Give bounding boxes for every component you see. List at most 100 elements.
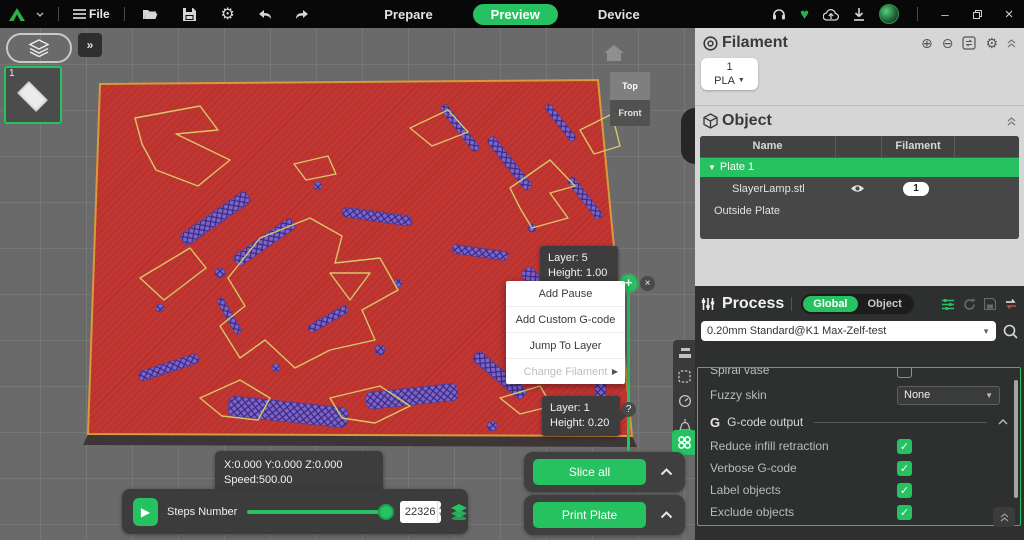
menu-item-change-filament[interactable]: Change Filament ▶ (506, 359, 625, 384)
setting-spiral-vase[interactable]: Spiral vase (698, 367, 1020, 381)
plate-thumbnail[interactable]: 1 (4, 66, 62, 124)
filament-slot-card[interactable]: 1 PLA ▼ (701, 58, 758, 90)
menu-item-add-pause[interactable]: Add Pause (506, 281, 625, 307)
view-cube[interactable]: Top Front (610, 72, 650, 126)
reduce-infill-checkbox[interactable]: ✓ (897, 439, 912, 454)
view-cube-front-face[interactable]: Front (610, 100, 650, 126)
group-gcode-output[interactable]: G G-code output (698, 409, 1020, 435)
download-icon[interactable] (853, 8, 865, 21)
plate-expand-arrow-icon[interactable]: ▼ (708, 163, 716, 172)
file-menu[interactable]: File (73, 7, 110, 21)
redo-icon[interactable] (291, 4, 313, 24)
reduce-infill-label: Reduce infill retraction (710, 439, 829, 453)
setting-exclude-objects[interactable]: Exclude objects ✓ (698, 501, 1020, 523)
table-row-model[interactable]: SlayerLamp.stl 1 (700, 177, 1019, 200)
exclude-objects-checkbox[interactable]: ✓ (897, 505, 912, 520)
setting-fuzzy-skin[interactable]: Fuzzy skin None ▼ (698, 381, 1020, 409)
table-row-plate[interactable]: ▼Plate 1 (700, 158, 1019, 177)
home-view-icon[interactable] (603, 44, 625, 62)
tab-prepare[interactable]: Prepare (370, 4, 446, 25)
steps-slider[interactable] (247, 510, 386, 514)
advanced-mode-icon[interactable] (1004, 298, 1018, 310)
app-logo-icon[interactable] (8, 7, 26, 22)
search-settings-icon[interactable] (1003, 324, 1018, 339)
spinner-arrows[interactable]: ▲▼ (437, 501, 441, 523)
layer-tooltip-bottom-layer: Layer: 1 (550, 401, 612, 416)
window-close-button[interactable]: × (1000, 6, 1018, 23)
object-header: Object (703, 112, 1016, 130)
scroll-to-top-button[interactable] (993, 507, 1015, 527)
spiral-vase-checkbox[interactable] (897, 367, 912, 378)
filament-collapse-icon[interactable] (1007, 39, 1016, 48)
menu-item-add-custom-gcode[interactable]: Add Custom G-code (506, 307, 625, 333)
remove-layer-marker-button[interactable]: × (640, 276, 655, 291)
process-tab-object[interactable]: Object (858, 296, 912, 312)
expand-plate-panel-button[interactable]: » (78, 33, 102, 57)
tab-device[interactable]: Device (584, 4, 654, 25)
process-scope-tabs: Global Object (801, 294, 913, 314)
settings-scrollbar[interactable] (1014, 380, 1018, 498)
speed-gauge-icon[interactable] (677, 393, 692, 408)
single-layer-toggle-icon[interactable] (450, 504, 468, 520)
window-minimize-button[interactable]: – (936, 7, 954, 22)
add-filament-icon[interactable]: ⊕ (921, 35, 933, 52)
cloud-upload-icon[interactable] (823, 8, 839, 21)
panel-collapse-handle[interactable] (681, 108, 695, 164)
column-filament: Filament (882, 136, 955, 157)
group-collapse-chevron-icon[interactable] (998, 419, 1008, 425)
sync-filament-icon[interactable] (962, 36, 976, 50)
param-table-icon[interactable] (941, 298, 955, 311)
table-row-outside-plate[interactable]: Outside Plate (700, 200, 1019, 222)
favorite-heart-icon[interactable]: ♥ (800, 6, 809, 23)
plate-thumbnail-preview (17, 81, 48, 112)
setting-reduce-infill-retraction[interactable]: Reduce infill retraction ✓ (698, 435, 1020, 457)
spin-down-icon[interactable]: ▼ (438, 512, 441, 519)
filament-header: Filament ⊕ ⊖ ⚙ (703, 34, 1016, 52)
model-name: SlayerLamp.stl (700, 183, 835, 195)
filament-dropdown-arrow-icon[interactable]: ▼ (738, 74, 745, 88)
play-button[interactable]: ▶ (133, 498, 158, 526)
line-type-icon[interactable] (677, 369, 692, 384)
setting-label-objects[interactable]: Label objects ✓ (698, 479, 1020, 501)
process-tab-global[interactable]: Global (803, 296, 857, 312)
steps-number-input[interactable] (400, 506, 437, 518)
steps-slider-handle[interactable] (378, 504, 394, 520)
model-filament-badge[interactable]: 1 (903, 182, 929, 196)
window-restore-button[interactable] (968, 7, 986, 22)
undo-icon[interactable] (255, 4, 277, 24)
coords-line: X:0.000 Y:0.000 Z:0.000 (224, 458, 374, 473)
print-options-chevron-icon[interactable] (660, 511, 673, 519)
preset-dropdown-arrow-icon: ▼ (982, 327, 990, 336)
tab-preview[interactable]: Preview (473, 4, 558, 25)
steps-number-spinbox[interactable]: ▲▼ (400, 501, 441, 523)
viewport-3d[interactable]: » 1 Top Front (0, 28, 695, 540)
divider (695, 105, 1024, 106)
layers-view-icon[interactable] (677, 345, 692, 360)
view-cube-top-face[interactable]: Top (610, 72, 650, 100)
open-file-icon[interactable] (139, 4, 161, 24)
slice-all-button[interactable]: Slice all (533, 459, 646, 485)
visibility-eye-icon[interactable] (835, 184, 880, 193)
spin-up-icon[interactable]: ▲ (438, 505, 441, 512)
layer-range-slider[interactable] (627, 286, 630, 451)
support-headset-icon[interactable] (772, 8, 786, 21)
verbose-gcode-checkbox[interactable]: ✓ (897, 461, 912, 476)
settings-scroll-area[interactable]: Spiral vase Fuzzy skin None ▼ G G-code o… (697, 367, 1021, 526)
label-objects-checkbox[interactable]: ✓ (897, 483, 912, 498)
fuzzy-skin-select[interactable]: None ▼ (897, 386, 1000, 405)
process-preset-select[interactable]: 0.20mm Standard@K1 Max-Zelf-test ▼ (701, 321, 996, 341)
user-avatar[interactable] (879, 4, 899, 24)
slicer-app-window: { "colors": {"accent":"#26c160","plate_r… (0, 0, 1024, 540)
object-collapse-icon[interactable] (1007, 117, 1016, 126)
plate-list-toggle-button[interactable] (6, 33, 72, 63)
menu-item-jump-to-layer[interactable]: Jump To Layer (506, 333, 625, 359)
remove-filament-icon[interactable]: ⊖ (942, 35, 954, 52)
save-icon[interactable] (179, 4, 201, 24)
settings-gear-icon[interactable]: ⚙ (217, 4, 239, 24)
filament-settings-gear-icon[interactable]: ⚙ (985, 35, 998, 52)
print-plate-button[interactable]: Print Plate (533, 502, 646, 528)
setting-verbose-gcode[interactable]: Verbose G-code ✓ (698, 457, 1020, 479)
logo-dropdown-chevron-icon[interactable] (36, 12, 44, 17)
speed-line: Speed:500.00 (224, 473, 374, 488)
slice-options-chevron-icon[interactable] (660, 468, 673, 476)
